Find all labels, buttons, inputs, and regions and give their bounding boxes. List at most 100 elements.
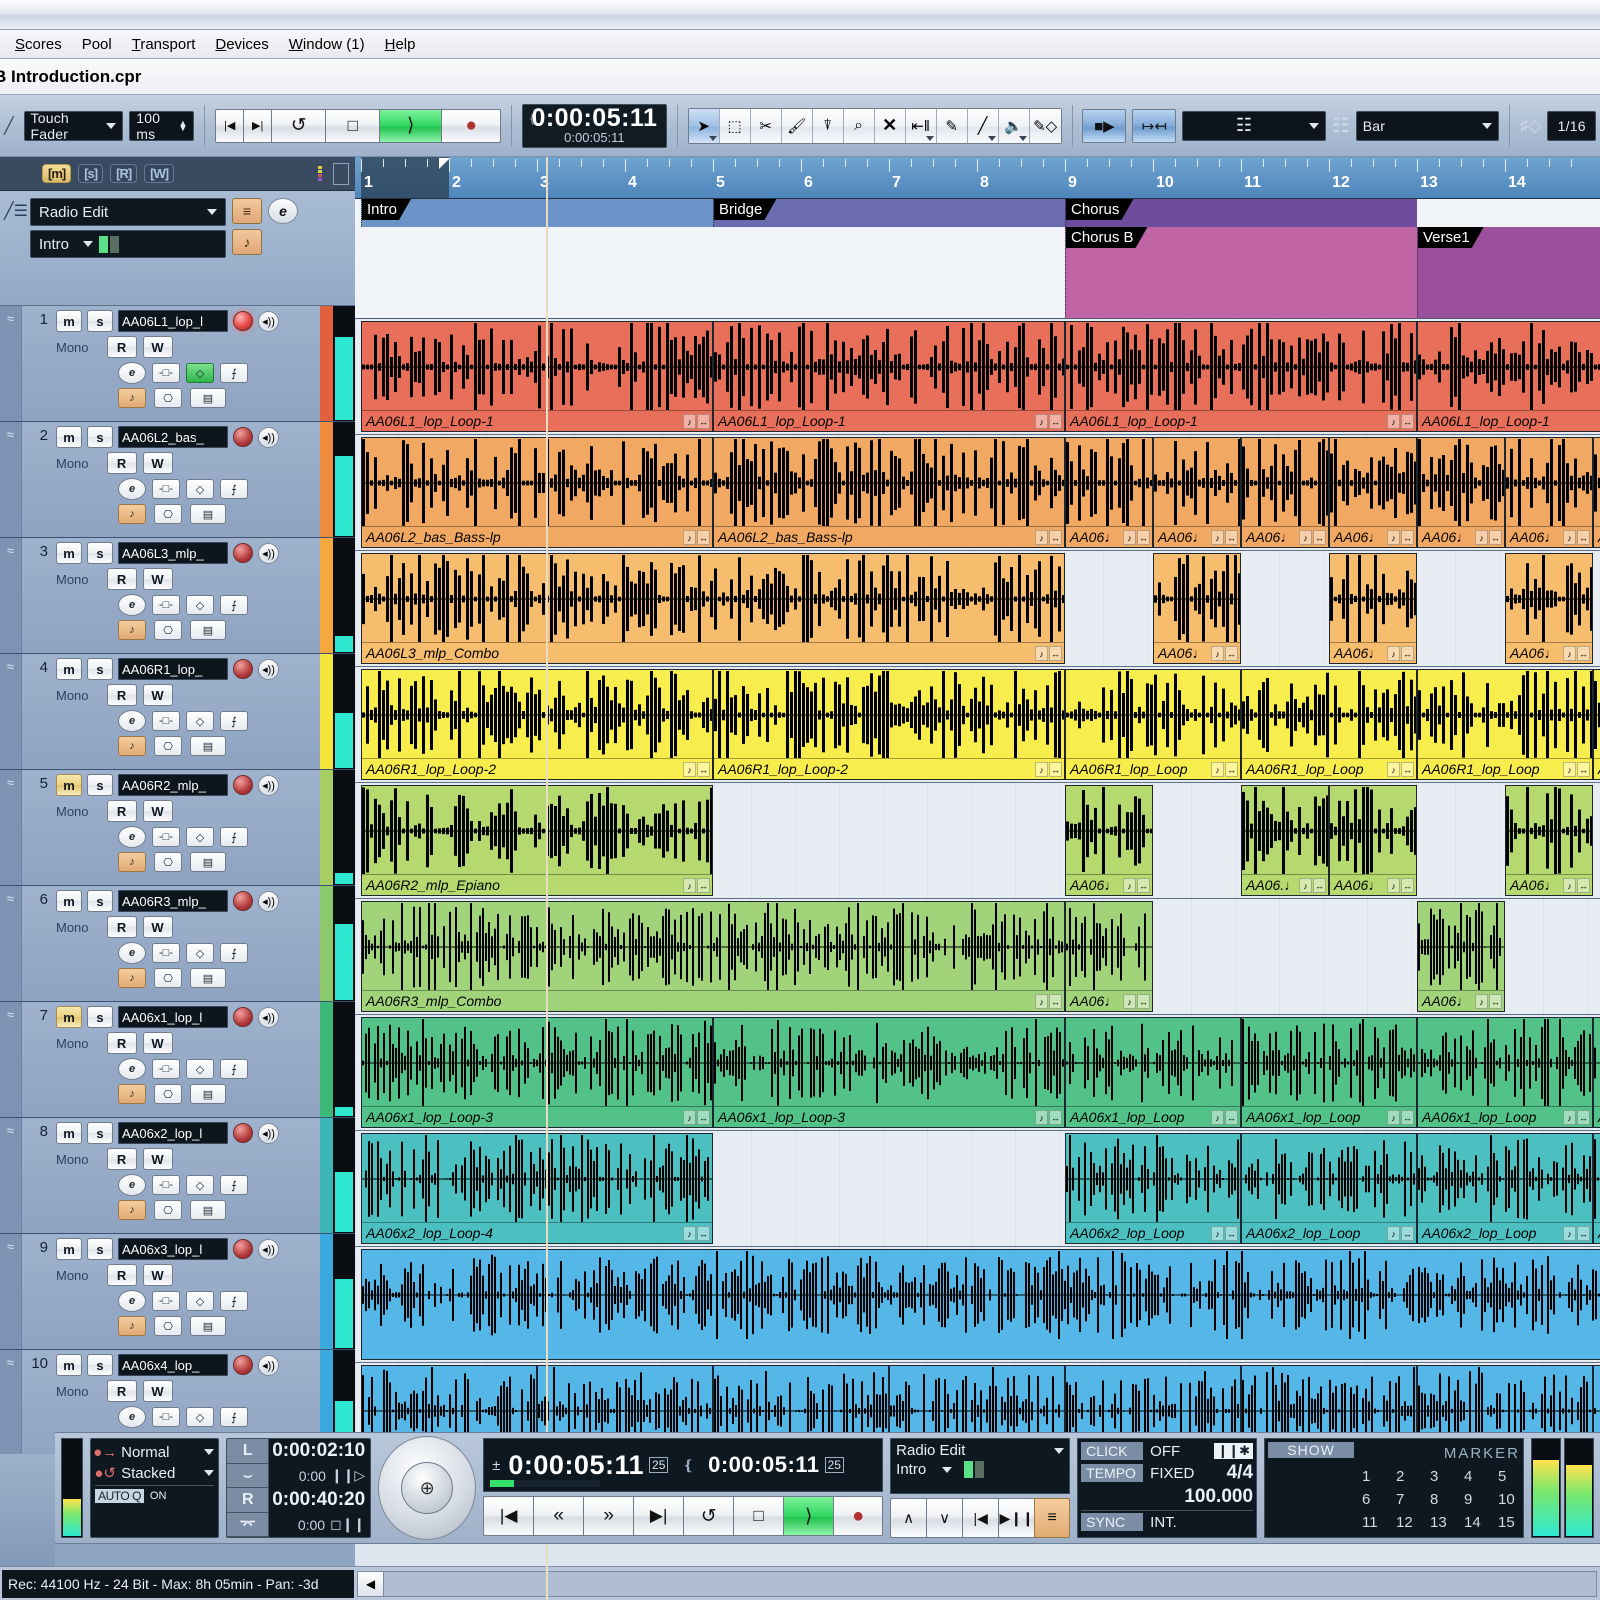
track-automation-write-button[interactable]: W [142,1380,173,1402]
track-edit-channel-button[interactable]: e [118,1058,146,1080]
track-automation-read-button[interactable]: R [106,568,137,590]
playhead[interactable] [545,157,548,1600]
track-lanes-button[interactable]: ▤ [190,1200,226,1220]
main-timecode-display[interactable]: ± 0:00:05:11 25 ❴ 0:00:05:11 25 [483,1438,884,1492]
track-eq-button[interactable]: ⨍ [220,1407,248,1427]
track-mute-button[interactable]: m [56,890,82,912]
track-insert-bypass-button[interactable]: -□- [152,711,180,731]
track-monitor-button[interactable]: ◂)) [258,426,279,448]
track-automation-write-button[interactable]: W [142,1032,173,1054]
track-edit-channel-button[interactable]: e [118,362,146,384]
menu-bar[interactable]: SScorescores Pool Transport Devices Wind… [0,30,1600,59]
marker-number[interactable]: 9 [1464,1491,1486,1508]
track-mute-button[interactable]: m [56,1122,82,1144]
track-name-field[interactable]: AA06L1_lop_l [118,310,228,332]
arranger-marker[interactable]: Bridge [713,199,1065,227]
track-musical-mode-button[interactable]: ♪ [118,1084,146,1104]
track-musical-mode-button[interactable]: ♪ [118,736,146,756]
track-header[interactable]: ≈7 m s AA06x1_lop_l ◂)) Mono R We -□- ◇ ⨍ ♪ ⎔ ▤ [0,1002,355,1118]
cycle-marker-icon[interactable] [439,158,450,169]
track-insert-bypass-button[interactable]: -□- [152,479,180,499]
audio-clip[interactable]: AA06♩♪↔ [1417,437,1505,548]
track-edit-channel-button[interactable]: e [118,1290,146,1312]
track-automation-read-button[interactable]: R [106,452,137,474]
audio-clip[interactable]: AA06♩♪↔ [1153,553,1241,664]
play-button[interactable]: ⟩ [379,108,442,143]
zoom-magnifier-tool[interactable]: ⌕ [843,108,875,143]
audio-clip[interactable]: AA06.♩ ♪ ↔ [1241,785,1329,896]
track-pan-button[interactable]: ◇ [186,1175,214,1195]
audio-clip[interactable]: AA06x1_lop_Loop♪↔ [1593,1017,1600,1128]
track-pan-button[interactable]: ◇ [186,827,214,847]
track-lane[interactable]: AA06L2_bas_Bass-lp ♪ ↔ AA06L2_bas_Bass-lp ♪ ↔… [355,435,1600,551]
track-name-field[interactable]: AA06R2_mlp_ [118,774,228,796]
marker-number[interactable]: 11 [1362,1514,1384,1531]
track-lane[interactable]: AA06x2_lop_Loop-4 ♪ ↔ AA06x2_lop_Loop ♪ ↔ AA06… [355,1131,1600,1247]
track-mute-button[interactable]: m [56,426,82,448]
track-solo-button[interactable]: s [87,890,113,912]
arranger-editor-button-bottom[interactable]: ≡ [1034,1498,1071,1538]
audio-clip[interactable]: AA06♩♪↔ [1329,553,1417,664]
marker-number[interactable]: 6 [1362,1491,1384,1508]
audio-clip[interactable]: AA06x1_lop_Loop-3 ♪ ↔ [713,1017,1065,1128]
audio-clip[interactable]: AA06L1_lop_Loop-1♪↔ [713,321,1065,432]
track-automation-read-button[interactable]: R [106,800,137,822]
track-header[interactable]: ≈3 m s AA06L3_mlp_ ◂)) Mono R We -□- ◇ ⨍ ♪ ⎔ ▤ [0,538,355,654]
track-name-field[interactable]: AA06x3_lop_l [118,1238,228,1260]
horizontal-scrollbar[interactable]: ◀ [357,1570,1597,1597]
track-pan-button[interactable]: ◇ [186,1407,214,1427]
audio-clip[interactable]: AA06L1_lop_Loop-1♪↔ [1417,321,1600,432]
track-lock-button[interactable]: ⎔ [154,968,182,988]
track-lock-button[interactable]: ⎔ [154,620,182,640]
marker-row-1[interactable]: 12345 [1358,1468,1520,1485]
audio-clip[interactable]: AA06♩♪↔ [1241,437,1329,548]
track-lanes-button[interactable]: ▤ [190,1316,226,1336]
track-lanes-button[interactable]: ▤ [190,388,226,408]
arranger-up-button[interactable]: ∧ [890,1498,927,1538]
audio-clip[interactable]: AA06R1_lop_Loop♪↔ [1593,669,1600,780]
arranger-musical-mode-button[interactable]: ♪ [232,229,262,255]
menu-item-devices[interactable]: Devices [206,33,277,56]
track-pan-button[interactable]: ◇ [186,943,214,963]
track-edit-channel-button[interactable]: e [118,710,146,732]
audio-clip[interactable]: AA06x1_lop_Loop♪↔ [1241,1017,1417,1128]
fade-out-icon[interactable]: ⌤ [227,1512,270,1537]
automation-mode-select[interactable]: Touch Fader [23,110,124,142]
track-solo-button[interactable]: s [87,658,113,680]
track-lane[interactable]: AA06R3_mlp_Combo ♪ ↔ AA06♩ ♪ ↔ AA06♩ ♪ ↔ [355,899,1600,1015]
audio-clip[interactable]: AA06♩♪↔ [1065,437,1153,548]
track-eq-button[interactable]: ⨍ [220,363,248,383]
track-eq-button[interactable]: ⨍ [220,827,248,847]
track-automation-read-button[interactable]: R [106,1264,137,1286]
track-eq-button[interactable]: ⨍ [220,479,248,499]
record-mode-row[interactable]: ●→ Normal [93,1443,215,1461]
color-paint-tool[interactable]: ✎◇ [1029,108,1061,143]
arranger-part-select-bottom[interactable]: Intro [896,1461,1064,1478]
menu-item-scores[interactable]: SScorescores [6,33,71,56]
quantize-preset-select[interactable]: Bar [1355,110,1500,141]
arranger-play-button[interactable]: ▶❙❙ [998,1498,1035,1538]
marker-row-3[interactable]: 11 12 13 14 15 [1358,1514,1520,1531]
marker-number[interactable]: 1 [1362,1468,1384,1485]
track-name-field[interactable]: AA06x2_lop_l [118,1122,228,1144]
track-header[interactable]: ≈4 m s AA06R1_lop_ ◂)) Mono R We -□- ◇ ⨍ ♪ ⎔ ▤ [0,654,355,770]
arranger-marker-lane[interactable]: Intro Bridge Chorus Chorus B Verse1 [355,199,1600,319]
track-header[interactable]: ≈9 m s AA06x3_lop_l ◂)) Mono R We -□- ◇ ⨍ ♪ ⎔ ▤ [0,1234,355,1350]
audio-clip[interactable]: AA06♩♪↔ [1505,785,1593,896]
scroll-left-arrow-icon[interactable]: ◀ [358,1571,384,1596]
track-record-enable-button[interactable] [233,1123,253,1143]
arranger-chain-select[interactable]: Radio Edit [30,198,226,226]
track-automation-write-button[interactable]: W [142,1264,173,1286]
quantize-value-field[interactable]: 1/16 [1547,110,1596,141]
inspector-read-mode[interactable]: [R] [110,164,138,183]
audio-clip[interactable]: AA06x2_lop_Loop♪↔ [1417,1133,1593,1244]
tempo-row[interactable]: TEMPO FIXED 4/4 [1081,1462,1253,1484]
arranger-marker[interactable]: Chorus [1065,199,1417,227]
timeline-ruler[interactable]: 1 2 3 4 5 6 7 8 9 10 11 12 13 14 [355,157,1600,199]
track-name-field[interactable]: AA06R1_lop_ [118,658,228,680]
track-monitor-button[interactable]: ◂)) [258,1238,279,1260]
track-pan-button[interactable]: ◇ [186,595,214,615]
arranger-first-button[interactable]: |◀ [962,1498,999,1538]
track-automation-write-button[interactable]: W [142,452,173,474]
track-record-enable-button[interactable] [233,891,253,911]
